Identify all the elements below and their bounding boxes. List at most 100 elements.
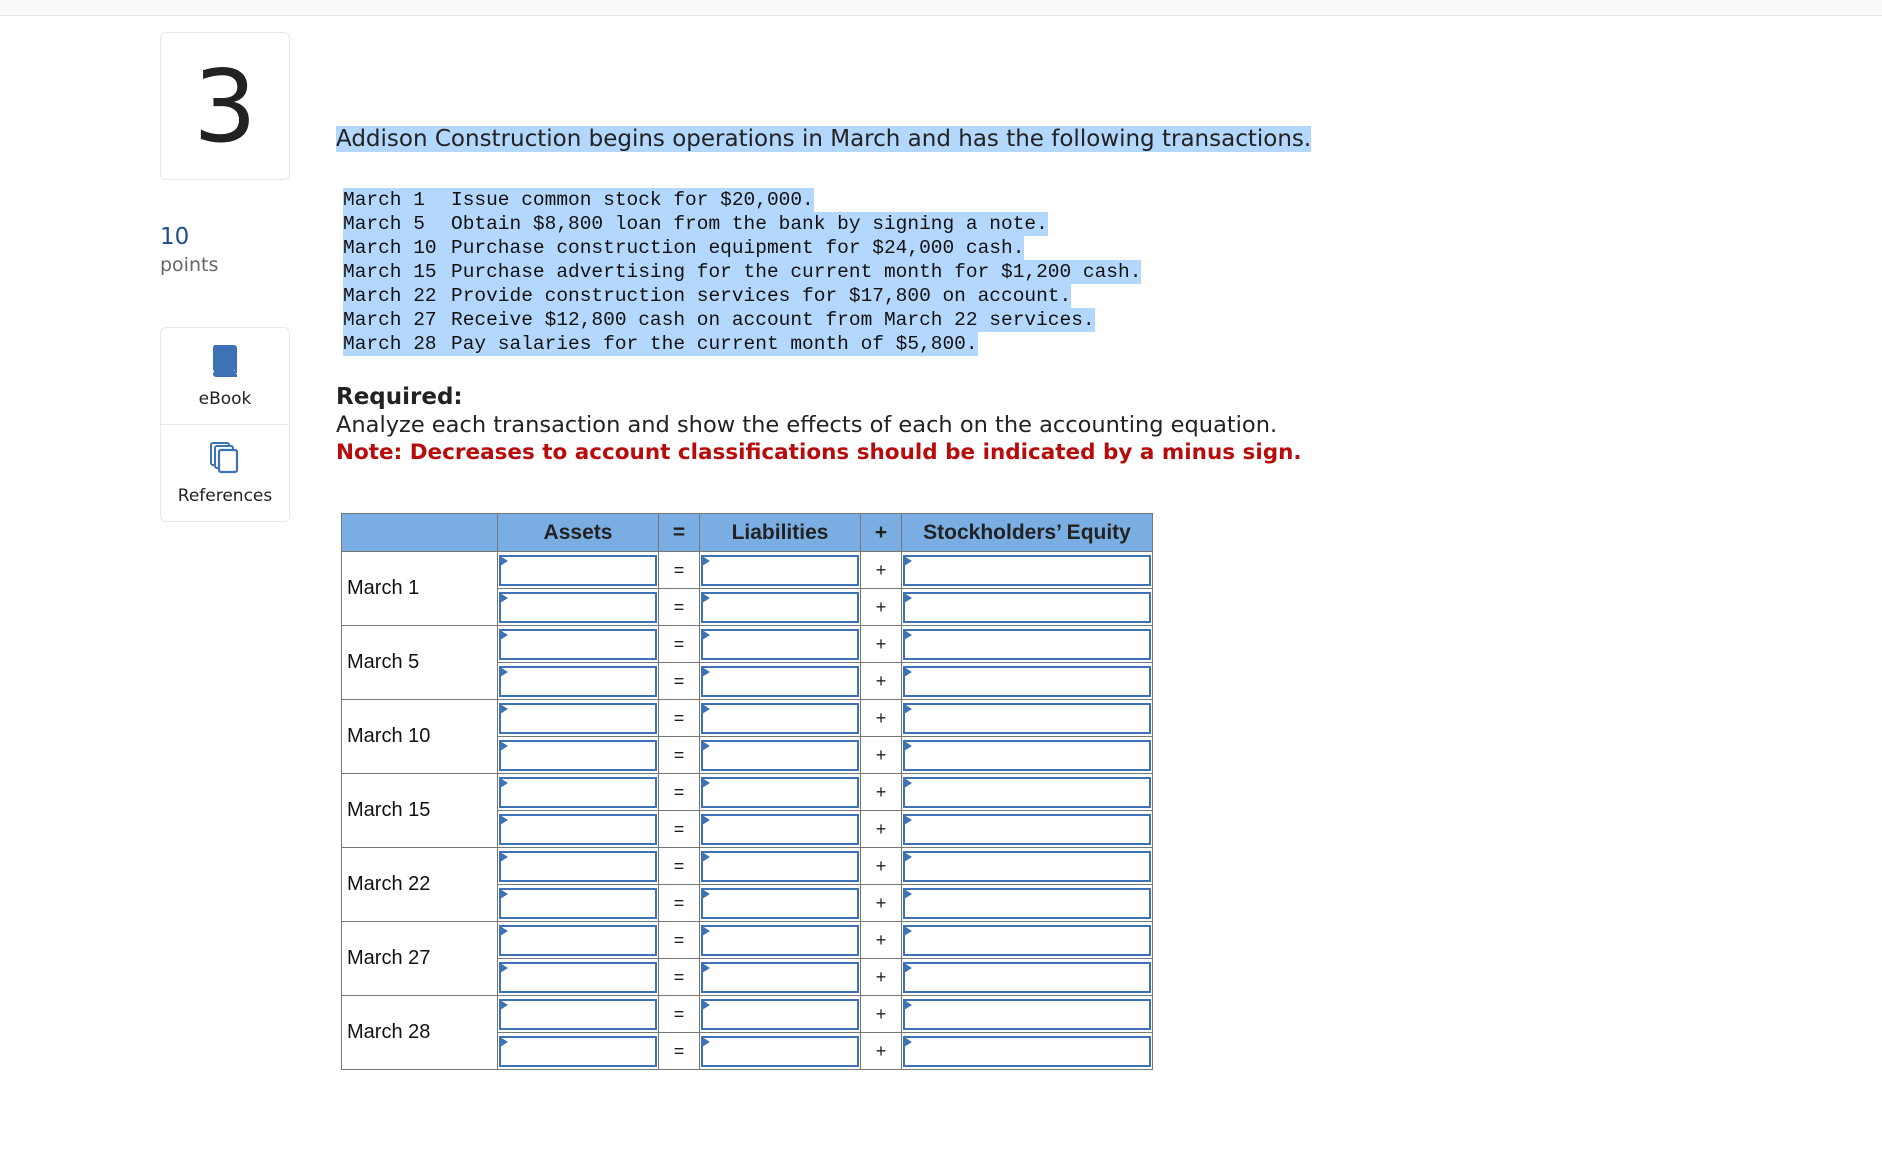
equity-input[interactable] [905,1037,1149,1065]
assets-input[interactable] [501,815,655,843]
liabilities-input[interactable] [703,926,857,954]
plus-sign: + [860,625,902,663]
required-note: Note: Decreases to account classificatio… [336,440,1302,465]
assets-input-wrapper [499,776,657,808]
equity-input-wrapper [903,850,1151,882]
liabilities-input-wrapper [701,887,859,919]
assets-input[interactable] [501,593,655,621]
assets-input-wrapper [499,591,657,623]
assets-input-wrapper [499,665,657,697]
transaction-date: March 1 [343,188,451,212]
assets-input[interactable] [501,926,655,954]
transaction-date: March 15 [343,260,451,284]
equals-sign: = [658,847,700,885]
equals-sign: = [658,884,700,922]
equity-input[interactable] [905,630,1149,658]
liabilities-input-wrapper [701,961,859,993]
assets-input-wrapper [499,850,657,882]
equity-input[interactable] [905,1000,1149,1028]
assets-input[interactable] [501,963,655,991]
liabilities-input[interactable] [703,1000,857,1028]
liabilities-input[interactable] [703,1037,857,1065]
equity-input-wrapper [903,924,1151,956]
liabilities-input[interactable] [703,556,857,584]
transaction-text: Provide construction services for $17,80… [451,284,1072,308]
equals-sign: = [658,551,700,589]
header-plus: + [860,513,902,552]
table-row: March 15 = + [341,773,1153,848]
liabilities-input[interactable] [703,852,857,880]
assets-input[interactable] [501,1000,655,1028]
assets-input[interactable] [501,852,655,880]
header-blank [341,513,498,552]
assets-input[interactable] [501,556,655,584]
equity-input-wrapper [903,591,1151,623]
plus-sign: + [860,773,902,811]
required-section: Required: Analyze each transaction and s… [336,384,1302,465]
row-date-label: March 27 [341,921,498,996]
equity-input[interactable] [905,741,1149,769]
assets-input-wrapper [499,1035,657,1067]
equals-sign: = [658,625,700,663]
equity-input[interactable] [905,667,1149,695]
liabilities-input[interactable] [703,815,857,843]
assets-input-wrapper [499,998,657,1030]
transaction-text: Issue common stock for $20,000. [451,188,814,212]
ebook-button[interactable]: eBook [161,328,289,424]
plus-sign: + [860,921,902,959]
top-bar [0,0,1882,16]
ebook-label: eBook [198,388,252,409]
plus-sign: + [860,699,902,737]
table-row: March 5 = + [341,625,1153,700]
liabilities-input-wrapper [701,554,859,586]
plus-sign: + [860,958,902,996]
row-date-label: March 28 [341,995,498,1070]
transaction-item: March 15 Purchase advertising for the cur… [343,260,1142,284]
assets-input[interactable] [501,778,655,806]
table-row: March 10 = + [341,699,1153,774]
liabilities-input[interactable] [703,667,857,695]
tools-panel: eBook References [160,327,290,522]
liabilities-input[interactable] [703,778,857,806]
equity-input-wrapper [903,665,1151,697]
assets-input[interactable] [501,667,655,695]
transaction-item: March 1 Issue common stock for $20,000. [343,188,1141,212]
assets-input-wrapper [499,628,657,660]
references-label: References [177,485,273,506]
equity-input[interactable] [905,593,1149,621]
equity-input[interactable] [905,963,1149,991]
transaction-text: Pay salaries for the current month of $5… [451,332,978,356]
equity-input[interactable] [905,889,1149,917]
assets-input[interactable] [501,741,655,769]
book-icon [210,344,240,383]
references-button[interactable]: References [161,424,289,521]
assets-input-wrapper [499,887,657,919]
transaction-item: March 10 Purchase construction equipment … [343,236,1141,260]
liabilities-input-wrapper [701,850,859,882]
equity-input[interactable] [905,852,1149,880]
equity-input-wrapper [903,887,1151,919]
assets-input[interactable] [501,1037,655,1065]
liabilities-input[interactable] [703,704,857,732]
table-row: March 1 = + [341,551,1153,626]
assets-input-wrapper [499,702,657,734]
liabilities-input[interactable] [703,741,857,769]
equity-input[interactable] [905,815,1149,843]
equity-input[interactable] [905,926,1149,954]
equity-input[interactable] [905,704,1149,732]
plus-sign: + [860,810,902,848]
transaction-date: March 27 [343,308,451,332]
assets-input[interactable] [501,704,655,732]
liabilities-input-wrapper [701,665,859,697]
row-date-label: March 5 [341,625,498,700]
liabilities-input[interactable] [703,889,857,917]
equity-input[interactable] [905,778,1149,806]
liabilities-input[interactable] [703,963,857,991]
assets-input[interactable] [501,630,655,658]
liabilities-input[interactable] [703,593,857,621]
accounting-equation-table: Assets = Liabilities + Stockholders’ Equ… [341,513,1153,1070]
assets-input[interactable] [501,889,655,917]
liabilities-input-wrapper [701,702,859,734]
liabilities-input[interactable] [703,630,857,658]
equity-input[interactable] [905,556,1149,584]
